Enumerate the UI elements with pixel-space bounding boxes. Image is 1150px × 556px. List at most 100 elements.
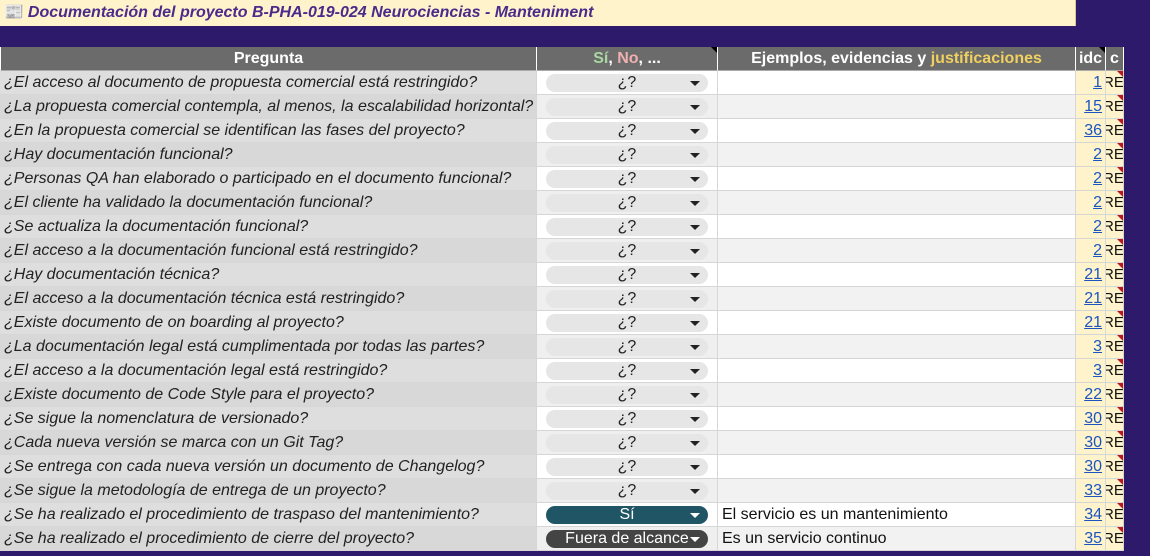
dropdown-arrow-icon[interactable] — [690, 417, 700, 422]
evidence-cell[interactable] — [718, 383, 1076, 407]
c-cell[interactable]: REF! — [1106, 479, 1124, 503]
idc-link[interactable]: 2 — [1076, 143, 1106, 167]
c-cell[interactable]: REF! — [1106, 119, 1124, 143]
answer-dropdown[interactable]: ¿? — [546, 170, 708, 188]
question-cell[interactable]: ¿Se sigue la nomenclatura de versionado? — [0, 407, 537, 431]
question-cell[interactable]: ¿El acceso a la documentación técnica es… — [0, 287, 537, 311]
idc-link[interactable]: 2 — [1076, 239, 1106, 263]
evidence-cell[interactable]: Es un servicio continuo — [718, 527, 1076, 551]
c-cell[interactable]: REF! — [1106, 263, 1124, 287]
idc-link[interactable]: 34 — [1076, 503, 1106, 527]
answer-cell[interactable]: ¿? — [537, 167, 718, 191]
answer-cell[interactable]: ¿? — [537, 407, 718, 431]
dropdown-arrow-icon[interactable] — [690, 201, 700, 206]
evidence-cell[interactable] — [718, 215, 1076, 239]
idc-link[interactable]: 2 — [1076, 167, 1106, 191]
question-cell[interactable]: ¿Existe documento de Code Style para el … — [0, 383, 537, 407]
idc-link[interactable]: 30 — [1076, 455, 1106, 479]
answer-cell[interactable]: ¿? — [537, 119, 718, 143]
dropdown-arrow-icon[interactable] — [690, 81, 700, 86]
dropdown-arrow-icon[interactable] — [690, 177, 700, 182]
question-cell[interactable]: ¿El cliente ha validado la documentación… — [0, 191, 537, 215]
answer-dropdown[interactable]: ¿? — [546, 242, 708, 260]
dropdown-arrow-icon[interactable] — [690, 513, 700, 518]
c-cell[interactable]: REF! — [1106, 335, 1124, 359]
question-cell[interactable]: ¿Cada nueva versión se marca con un Git … — [0, 431, 537, 455]
c-cell[interactable]: REF! — [1106, 527, 1124, 551]
answer-cell[interactable]: ¿? — [537, 479, 718, 503]
c-cell[interactable]: REF! — [1106, 191, 1124, 215]
idc-link[interactable]: 30 — [1076, 431, 1106, 455]
answer-dropdown[interactable]: ¿? — [546, 362, 708, 380]
idc-link[interactable]: 1 — [1076, 71, 1106, 95]
answer-dropdown[interactable]: ¿? — [546, 386, 708, 404]
evidence-cell[interactable] — [718, 479, 1076, 503]
dropdown-arrow-icon[interactable] — [690, 129, 700, 134]
evidence-cell[interactable] — [718, 143, 1076, 167]
c-cell[interactable]: REF! — [1106, 143, 1124, 167]
answer-dropdown[interactable]: ¿? — [546, 338, 708, 356]
evidence-cell[interactable] — [718, 431, 1076, 455]
dropdown-arrow-icon[interactable] — [690, 225, 700, 230]
answer-dropdown[interactable]: ¿? — [546, 98, 708, 116]
question-cell[interactable]: ¿En la propuesta comercial se identifica… — [0, 119, 537, 143]
idc-link[interactable]: 15 — [1076, 95, 1106, 119]
evidence-cell[interactable] — [718, 335, 1076, 359]
evidence-cell[interactable] — [718, 71, 1076, 95]
answer-dropdown[interactable]: Sí — [546, 506, 708, 524]
answer-dropdown[interactable]: ¿? — [546, 458, 708, 476]
answer-dropdown[interactable]: ¿? — [546, 74, 708, 92]
evidence-cell[interactable] — [718, 311, 1076, 335]
evidence-cell[interactable] — [718, 407, 1076, 431]
evidence-cell[interactable] — [718, 239, 1076, 263]
idc-link[interactable]: 21 — [1076, 263, 1106, 287]
comment-indicator-icon[interactable] — [1099, 47, 1105, 53]
header-evidence[interactable]: Ejemplos, evidencias y justificaciones — [718, 47, 1076, 71]
answer-cell[interactable]: ¿? — [537, 287, 718, 311]
question-cell[interactable]: ¿Hay documentación funcional? — [0, 143, 537, 167]
dropdown-arrow-icon[interactable] — [690, 537, 700, 542]
dropdown-arrow-icon[interactable] — [690, 465, 700, 470]
answer-dropdown[interactable]: ¿? — [546, 290, 708, 308]
idc-link[interactable]: 36 — [1076, 119, 1106, 143]
question-cell[interactable]: ¿Se ha realizado el procedimiento de cie… — [0, 527, 537, 551]
answer-cell[interactable]: ¿? — [537, 335, 718, 359]
comment-indicator-icon[interactable] — [711, 47, 717, 53]
evidence-cell[interactable] — [718, 359, 1076, 383]
answer-cell[interactable]: ¿? — [537, 455, 718, 479]
question-cell[interactable]: ¿La propuesta comercial contempla, al me… — [0, 95, 537, 119]
evidence-cell[interactable] — [718, 287, 1076, 311]
evidence-cell[interactable] — [718, 263, 1076, 287]
dropdown-arrow-icon[interactable] — [690, 153, 700, 158]
dropdown-arrow-icon[interactable] — [690, 369, 700, 374]
evidence-cell[interactable] — [718, 167, 1076, 191]
question-cell[interactable]: ¿Existe documento de on boarding al proy… — [0, 311, 537, 335]
c-cell[interactable]: REF! — [1106, 95, 1124, 119]
evidence-cell[interactable] — [718, 95, 1076, 119]
idc-link[interactable]: 3 — [1076, 335, 1106, 359]
answer-dropdown[interactable]: ¿? — [546, 146, 708, 164]
question-cell[interactable]: ¿El acceso al documento de propuesta com… — [0, 71, 537, 95]
answer-dropdown[interactable]: ¿? — [546, 410, 708, 428]
evidence-cell[interactable]: El servicio es un mantenimiento — [718, 503, 1076, 527]
header-pregunta[interactable]: Pregunta — [0, 47, 537, 71]
answer-dropdown[interactable]: ¿? — [546, 434, 708, 452]
idc-link[interactable]: 22 — [1076, 383, 1106, 407]
answer-dropdown[interactable]: Fuera de alcance — [546, 530, 708, 548]
answer-cell[interactable]: ¿? — [537, 311, 718, 335]
answer-dropdown[interactable]: ¿? — [546, 122, 708, 140]
answer-cell[interactable]: ¿? — [537, 239, 718, 263]
idc-link[interactable]: 3 — [1076, 359, 1106, 383]
answer-cell[interactable]: ¿? — [537, 359, 718, 383]
c-cell[interactable]: REF! — [1106, 503, 1124, 527]
idc-link[interactable]: 2 — [1076, 215, 1106, 239]
question-cell[interactable]: ¿Hay documentación técnica? — [0, 263, 537, 287]
answer-cell[interactable]: ¿? — [537, 383, 718, 407]
c-cell[interactable]: REF! — [1106, 311, 1124, 335]
answer-cell[interactable]: ¿? — [537, 263, 718, 287]
c-cell[interactable]: REF! — [1106, 167, 1124, 191]
evidence-cell[interactable] — [718, 455, 1076, 479]
answer-dropdown[interactable]: ¿? — [546, 218, 708, 236]
question-cell[interactable]: ¿La documentación legal está cumplimenta… — [0, 335, 537, 359]
answer-cell[interactable]: ¿? — [537, 71, 718, 95]
